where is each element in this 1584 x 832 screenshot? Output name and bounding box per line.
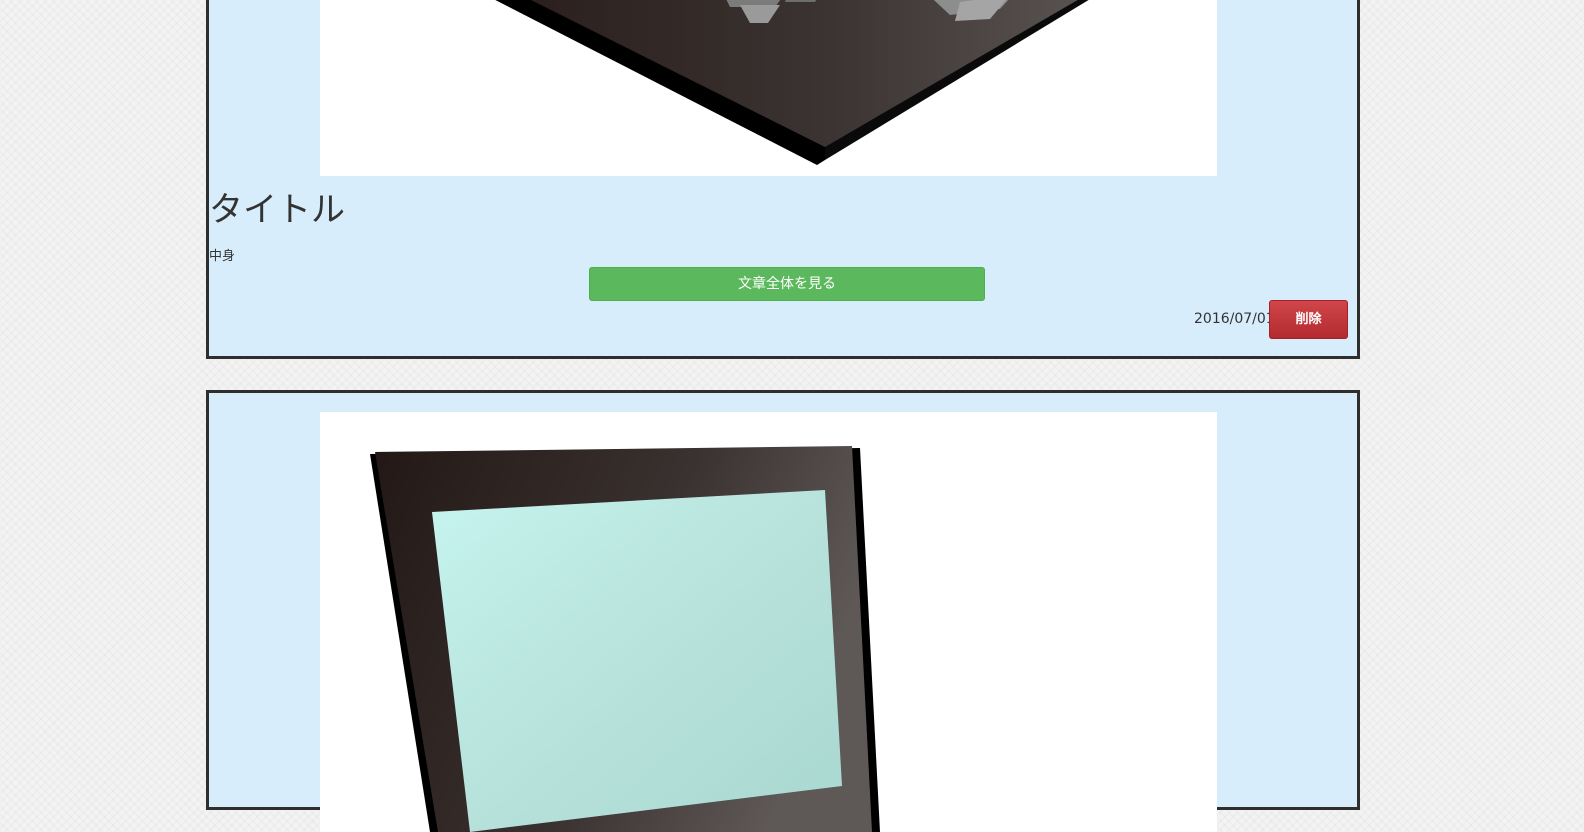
- post-date: 2016/07/01: [1194, 311, 1275, 327]
- post-card: タイトル 中身 文章全体を見る 2016/07/01 削除: [206, 0, 1360, 359]
- post-card: [206, 390, 1360, 832]
- post-body: 中身: [209, 249, 236, 264]
- laptop-screen-image: [370, 446, 880, 832]
- post-image: [320, 0, 1217, 176]
- laptop-keyboard-image: [495, 0, 1089, 165]
- read-full-text-button[interactable]: 文章全体を見る: [589, 267, 985, 301]
- post-image: [320, 412, 1217, 832]
- post-title: タイトル: [209, 190, 345, 230]
- delete-button[interactable]: 削除: [1269, 300, 1348, 339]
